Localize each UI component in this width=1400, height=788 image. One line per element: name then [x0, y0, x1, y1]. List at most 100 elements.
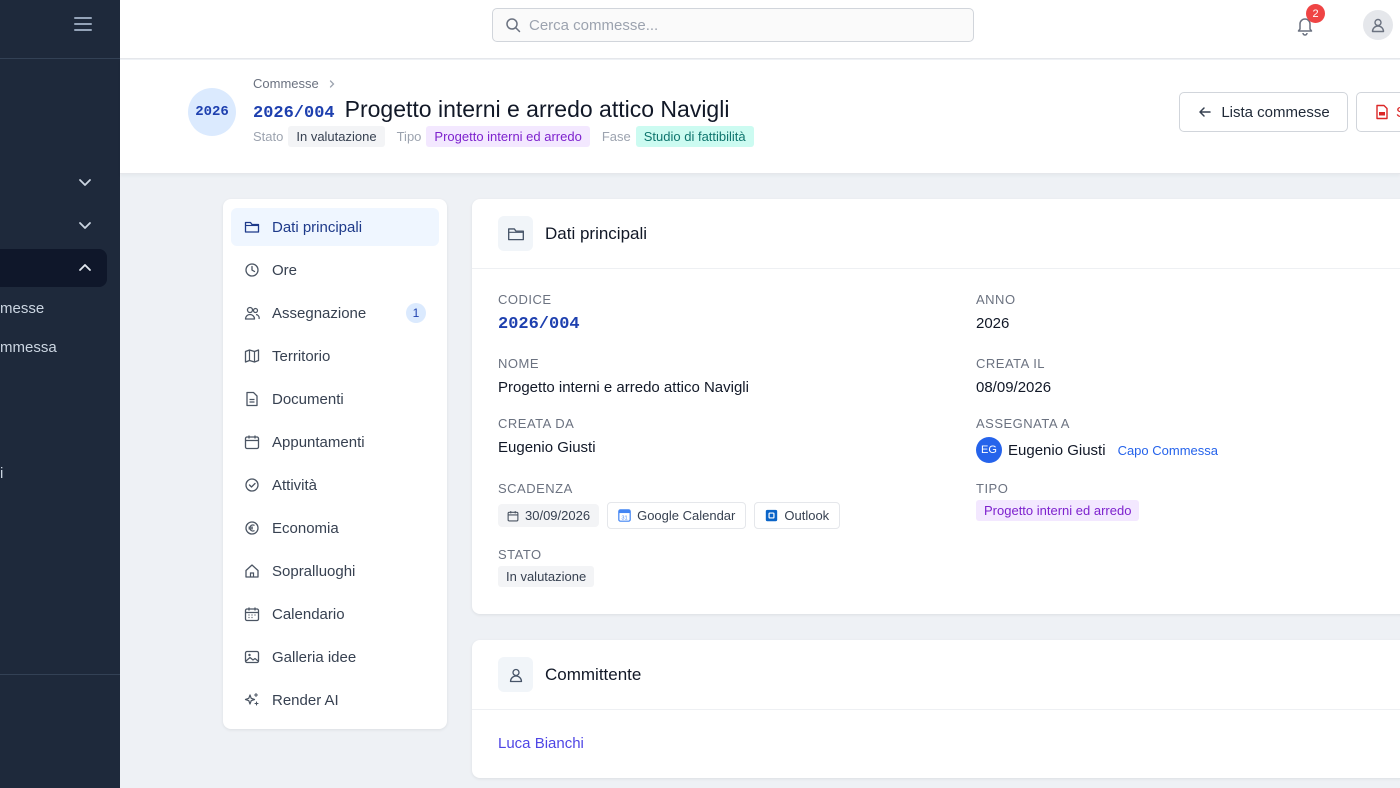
calendar-icon	[507, 510, 519, 521]
chevron-right-icon	[329, 79, 335, 88]
card-title: Committente	[545, 664, 642, 684]
assegnazione-count-badge: 1	[406, 303, 426, 323]
assegnata-value: EG Eugenio Giusti Capo Commessa	[976, 437, 1218, 463]
menu-label: Appuntamenti	[272, 433, 365, 451]
tipo-badge: Progetto interni ed arredo	[976, 500, 1140, 521]
card-header: Committente	[472, 640, 1400, 710]
menu-item-territorio[interactable]: Territorio	[231, 337, 439, 375]
title-name: Progetto interni e arredo attico Navigli	[344, 96, 730, 122]
google-calendar-icon: 31	[618, 509, 631, 522]
menu-label: Attività	[272, 476, 318, 494]
clock-icon	[244, 262, 260, 278]
title-code: 2026/004	[253, 104, 335, 123]
user-icon	[1371, 18, 1385, 33]
menu-item-dati-principali[interactable]: Dati principali	[231, 208, 439, 246]
top-bar: 2	[120, 0, 1400, 59]
scadenza-value: 30/09/2026	[525, 508, 591, 523]
image-icon	[244, 649, 260, 665]
anno-label: Anno	[976, 292, 1016, 307]
stato-value-wrap: In valutazione	[498, 566, 606, 587]
chevron-down-icon[interactable]	[76, 216, 94, 234]
scadenza-label: Scadenza	[498, 481, 573, 496]
arrow-left-icon	[1199, 107, 1212, 117]
outlook-label: Outlook	[784, 508, 830, 523]
sidebar: messe mmessa i	[0, 0, 120, 788]
folder-icon	[498, 216, 533, 251]
scadenza-chip: 30/09/2026	[498, 504, 600, 527]
card-header: Dati principali	[472, 199, 1400, 269]
menu-item-ore[interactable]: Ore	[231, 251, 439, 289]
sidebar-item-commesse[interactable]: messe	[0, 300, 44, 317]
pdf-button[interactable]: S	[1356, 92, 1400, 132]
sparkles-icon	[244, 692, 260, 708]
users-icon	[244, 305, 260, 321]
nome-value: Progetto interni e arredo attico Navigli	[498, 379, 749, 396]
pdf-button-label: S	[1396, 104, 1400, 121]
menu-item-economia[interactable]: Economia	[231, 509, 439, 547]
user-avatar[interactable]	[1363, 10, 1393, 40]
menu-item-calendario[interactable]: Calendario	[231, 595, 439, 633]
breadcrumb-commesse[interactable]: Commesse	[253, 76, 319, 91]
menu-item-render-ai[interactable]: Render AI	[231, 681, 439, 719]
menu-label: Economia	[272, 519, 339, 537]
field-scadenza: Scadenza 30/09/2026 31 Google Calendar O…	[498, 481, 841, 529]
stato-badge: In valutazione	[288, 126, 385, 147]
assignee-name: Eugenio Giusti	[1008, 441, 1106, 459]
card-title: Dati principali	[545, 223, 648, 243]
home-icon	[244, 563, 260, 579]
menu-item-sopralluoghi[interactable]: Sopralluoghi	[231, 552, 439, 590]
google-calendar-label: Google Calendar	[637, 508, 736, 523]
field-nome: Nome Progetto interni e arredo attico Na…	[498, 356, 749, 396]
user-icon	[498, 657, 533, 692]
menu-item-assegnazione[interactable]: Assegnazione 1	[231, 294, 439, 332]
assegnata-label: Assegnata a	[976, 416, 1070, 431]
field-tipo: Tipo Progetto interni ed arredo	[976, 481, 1151, 521]
committente-link[interactable]: Luca Bianchi	[498, 735, 584, 752]
search-input[interactable]	[529, 16, 949, 34]
tipo-badge: Progetto interni ed arredo	[426, 126, 590, 147]
lista-commesse-button[interactable]: Lista commesse	[1179, 92, 1348, 132]
commessa-menu: Dati principali Ore Assegnazione 1 Terri…	[223, 199, 447, 729]
search-box[interactable]	[492, 8, 974, 42]
sidebar-top	[0, 0, 120, 59]
nome-label: Nome	[498, 356, 539, 371]
sidebar-active-group[interactable]	[0, 249, 107, 287]
chevron-up-icon[interactable]	[76, 259, 94, 277]
creata-il-value: 08/09/2026	[976, 379, 1052, 396]
menu-item-documenti[interactable]: Documenti	[231, 380, 439, 418]
document-icon	[244, 391, 260, 407]
calendar-grid-icon	[244, 606, 260, 622]
sidebar-item-nuova-commessa[interactable]: mmessa	[0, 339, 57, 356]
field-creata-il: Creata il 08/09/2026	[976, 356, 1051, 396]
folder-icon	[244, 219, 260, 235]
field-creata-da: Creata da Eugenio Giusti	[498, 416, 596, 456]
field-stato: Stato In valutazione	[498, 547, 606, 587]
notification-badge: 2	[1306, 4, 1325, 23]
stato-label: Stato	[253, 129, 284, 144]
menu-label: Calendario	[272, 605, 345, 623]
google-calendar-button[interactable]: 31 Google Calendar	[607, 502, 747, 529]
sidebar-item[interactable]: i	[0, 465, 3, 482]
year-badge: 2026	[188, 88, 236, 136]
chevron-down-icon[interactable]	[76, 173, 94, 191]
menu-item-attivita[interactable]: Attività	[231, 466, 439, 504]
outlook-button[interactable]: Outlook	[754, 502, 841, 529]
creata-il-label: Creata il	[976, 356, 1046, 371]
map-icon	[244, 348, 260, 364]
breadcrumb: Commesse	[253, 76, 337, 91]
fase-label: Fase	[601, 129, 631, 144]
field-anno: Anno 2026	[976, 292, 1016, 332]
euro-icon	[244, 520, 260, 536]
hamburger-menu-icon[interactable]	[74, 15, 92, 33]
dati-principali-card: Dati principali Codice 2026/004 Anno 202…	[472, 199, 1400, 614]
menu-item-galleria-idee[interactable]: Galleria idee	[231, 638, 439, 676]
pdf-file-icon	[1376, 104, 1388, 120]
calendar-icon	[244, 434, 260, 450]
page-title: 2026/004 Progetto interni e arredo attic…	[253, 96, 729, 123]
creata-da-value: Eugenio Giusti	[498, 439, 596, 456]
search-icon	[506, 18, 521, 33]
check-circle-icon	[244, 477, 260, 493]
menu-label: Galleria idee	[272, 648, 357, 666]
menu-item-appuntamenti[interactable]: Appuntamenti	[231, 423, 439, 461]
field-assegnata-a: Assegnata a EG Eugenio Giusti Capo Comme…	[976, 416, 1218, 463]
